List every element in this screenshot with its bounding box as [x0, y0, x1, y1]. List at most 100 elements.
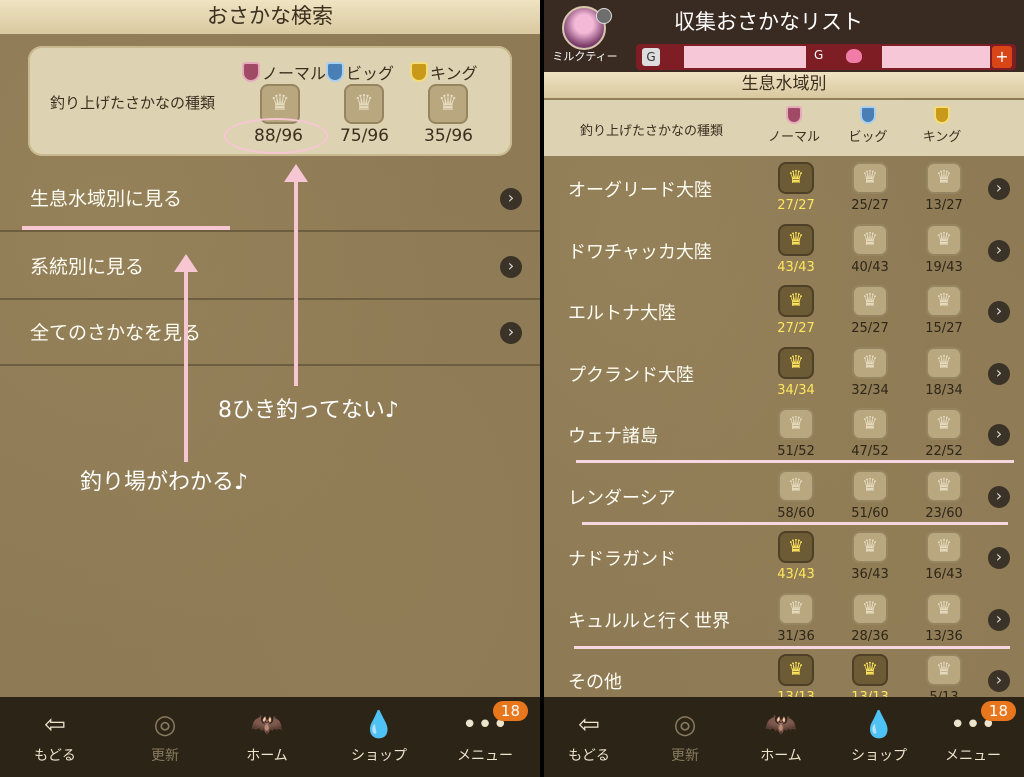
big-count: 36/43 — [851, 567, 889, 582]
big-crown-box: ♛ — [852, 162, 888, 194]
big-cell: ♛ 36/43 — [840, 531, 900, 582]
nav-home[interactable]: 🦇 ホーム — [222, 709, 312, 765]
chevron-right-icon: › — [500, 256, 522, 278]
highlight-ellipse — [224, 118, 328, 154]
add-gem-button[interactable]: + — [992, 46, 1012, 68]
crown-icon: ♛ — [861, 167, 879, 188]
big-count: 25/27 — [851, 321, 889, 336]
chevron-right-icon: › — [988, 362, 1010, 385]
highlight-line — [576, 460, 1014, 463]
nav-back[interactable]: ⇦ もどる — [10, 709, 100, 765]
habitat-name: その他 — [568, 672, 622, 693]
nav-menu[interactable]: ••• メニュー 18 — [928, 701, 1018, 765]
big-count: 51/60 — [851, 505, 889, 521]
refresh-icon: ◎ — [673, 710, 697, 740]
king-count: 13/27 — [925, 198, 963, 213]
col-normal: ノーマル — [764, 106, 824, 145]
chevron-right-icon: › — [500, 322, 522, 344]
big-crown-box: ♛ — [852, 654, 888, 686]
nav-shop[interactable]: 💧 ショップ — [834, 709, 924, 765]
king-cell: ♛ 23/60 — [914, 469, 974, 521]
chevron-right-icon: › — [988, 608, 1010, 631]
normal-cell: ♛ 51/52 — [766, 408, 826, 459]
habitat-name: キュルルと行く世界 — [568, 610, 730, 632]
chevron-right-icon: › — [988, 301, 1010, 323]
king-crown-box: ♛ — [926, 408, 962, 440]
big-crown-box: ♛ — [852, 592, 888, 625]
nav-refresh[interactable]: ◎ 更新 — [640, 709, 730, 765]
crown-icon: ♛ — [270, 91, 290, 116]
big-count: 40/43 — [851, 259, 889, 275]
normal-crown-box: ♛ — [778, 346, 814, 379]
bottom-nav: ⇦ もどる ◎ 更新 🦇 ホーム 💧 ショップ ••• メニュー 18 — [0, 697, 540, 777]
big-cell: ♛ 25/27 — [840, 285, 900, 336]
normal-crown-box: ♛ — [778, 592, 814, 625]
king-cell: ♛ 18/34 — [914, 346, 974, 398]
big-crown-box: ♛ — [344, 84, 384, 124]
habitat-name: エルトナ大陸 — [568, 303, 676, 324]
habitat-row[interactable]: ウェナ諸島 ♛ 51/52 ♛ 47/52 ♛ 22/52 › — [544, 404, 1024, 466]
big-count: 32/34 — [851, 382, 889, 398]
big-cell: ♛ 40/43 — [840, 223, 900, 275]
highlight-underline — [22, 226, 230, 230]
slime-shop-icon: 💧 — [362, 710, 396, 740]
menu-by-lineage[interactable]: 系統別に見る › — [0, 234, 540, 300]
swap-icon[interactable] — [596, 8, 612, 24]
habitat-row[interactable]: キュルルと行く世界 ♛ 31/36 ♛ 28/36 ♛ 13/36 › — [544, 589, 1024, 651]
big-cell: ♛ 51/60 — [840, 469, 900, 521]
crown-icon: ♛ — [787, 597, 805, 619]
crown-icon: ♛ — [861, 597, 879, 619]
normal-shield-icon — [242, 62, 260, 82]
normal-cell: ♛ 58/60 — [766, 469, 826, 521]
normal-cell: ♛ 27/27 — [766, 285, 826, 336]
crown-icon: ♛ — [935, 413, 953, 434]
big-shield-icon — [860, 106, 876, 124]
page-title: 収集おさかなリスト — [674, 10, 863, 34]
rank-header-big: ビッグ — [326, 60, 394, 84]
uncaught-note: 8ひき釣ってない♪ — [218, 398, 399, 423]
habitat-row[interactable]: レンダーシア ♛ 58/60 ♛ 51/60 ♛ 23/60 › — [544, 466, 1024, 528]
king-crown-box: ♛ — [428, 84, 468, 124]
crown-icon: ♛ — [935, 167, 953, 188]
king-crown-box: ♛ — [926, 592, 962, 625]
crown-icon: ♛ — [861, 413, 879, 434]
normal-crown-box: ♛ — [778, 531, 814, 563]
nav-home[interactable]: 🦇 ホーム — [736, 709, 826, 765]
chevron-right-icon: › — [988, 485, 1010, 508]
habitat-row[interactable]: プクランド大陸 ♛ 34/34 ♛ 32/34 ♛ 18/34 › — [544, 343, 1024, 405]
habitat-name: ウェナ諸島 — [568, 426, 658, 447]
big-count: 28/36 — [851, 628, 889, 644]
habitat-name: プクランド大陸 — [568, 364, 694, 386]
crown-icon: ♛ — [861, 228, 879, 250]
king-crown-box: ♛ — [926, 654, 962, 686]
menu-all-fish[interactable]: 全てのさかなを見る › — [0, 300, 540, 366]
nav-refresh[interactable]: ◎ 更新 — [120, 709, 210, 765]
back-arrow-icon: ⇦ — [578, 710, 600, 740]
gold-icon: G — [642, 48, 660, 66]
notification-badge: 18 — [492, 701, 528, 721]
nav-back[interactable]: ⇦ もどる — [544, 709, 634, 765]
normal-crown-box: ♛ — [778, 285, 814, 317]
king-count: 18/34 — [925, 382, 963, 398]
habitat-row[interactable]: オーグリード大陸 ♛ 27/27 ♛ 25/27 ♛ 13/27 › — [544, 158, 1024, 220]
habitat-row[interactable]: ドワチャッカ大陸 ♛ 43/43 ♛ 40/43 ♛ 19/43 › — [544, 220, 1024, 282]
habitat-name: ナドラガンド — [568, 549, 676, 570]
crown-icon: ♛ — [935, 474, 953, 496]
nav-menu[interactable]: ••• メニュー 18 — [440, 701, 530, 765]
normal-cell: ♛ 43/43 — [766, 223, 826, 275]
king-count: 16/43 — [925, 567, 963, 582]
bottom-nav: ⇦ もどる ◎ 更新 🦇 ホーム 💧 ショップ ••• メニュー 18 — [544, 697, 1024, 777]
habitat-row[interactable]: エルトナ大陸 ♛ 27/27 ♛ 25/27 ♛ 15/27 › — [544, 281, 1024, 343]
normal-count: 27/27 — [777, 198, 815, 213]
king-count: 22/52 — [925, 444, 963, 459]
menu-by-habitat[interactable]: 生息水域別に見る › — [0, 166, 540, 232]
normal-count: 43/43 — [777, 567, 815, 582]
gem-value-redacted — [882, 46, 990, 68]
crown-icon: ♛ — [861, 290, 879, 311]
crown-icon: ♛ — [787, 351, 805, 373]
habitat-row[interactable]: ナドラガンド ♛ 43/43 ♛ 36/43 ♛ 16/43 › — [544, 527, 1024, 589]
crown-icon: ♛ — [935, 659, 953, 680]
normal-crown-box: ♛ — [778, 162, 814, 194]
nav-shop[interactable]: 💧 ショップ — [334, 709, 424, 765]
big-count: 47/52 — [851, 444, 889, 459]
